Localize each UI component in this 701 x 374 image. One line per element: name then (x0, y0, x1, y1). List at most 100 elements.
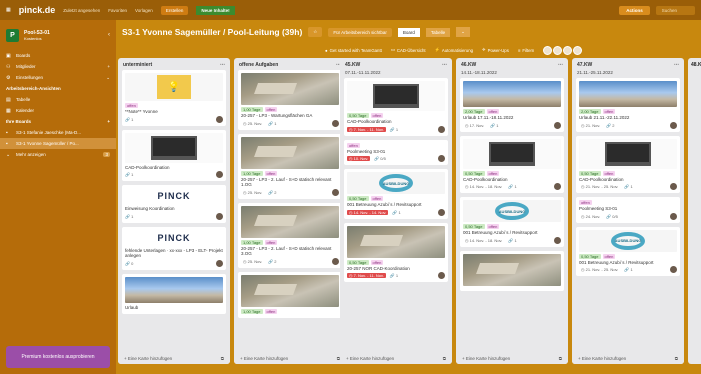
nav-templates[interactable]: Vorlagen (135, 8, 153, 13)
add-board-icon[interactable]: + (107, 119, 110, 124)
card-due-date[interactable]: ◷ 21. Nov. - 25. Nov. (579, 267, 620, 272)
sidebar-item-calendar[interactable]: ▦ Kalender (0, 105, 116, 116)
card-due-date[interactable]: ◷ 25. Nov. (241, 190, 264, 195)
search-input[interactable]: Suchen (655, 5, 695, 15)
card-member-avatar[interactable] (554, 183, 561, 190)
actions-button[interactable]: Actions (619, 5, 650, 15)
card-due-date[interactable]: ◷ 14. Nov. - 18. Nov. (463, 238, 504, 243)
card[interactable]: 0,50 Tage offen CAD-Poolkoordination ◷ 21. … (576, 135, 680, 193)
avatar[interactable] (563, 45, 573, 55)
card-due-date[interactable]: ◷ 14. Nov. - 18. Nov. (463, 184, 504, 189)
card-label[interactable]: offen (370, 196, 384, 201)
card-member-avatar[interactable] (216, 171, 223, 178)
card-template-icon[interactable]: ⧉ (559, 356, 562, 361)
list-title[interactable]: 47.KW (577, 62, 592, 68)
card-member-avatar[interactable] (670, 212, 677, 220)
new-features-banner[interactable]: Neue Inhalte! (196, 5, 235, 15)
card-due-date[interactable]: ◷ 10. Nov. (347, 156, 371, 161)
card-member-avatar[interactable] (438, 208, 445, 216)
sidebar-board-item[interactable]: ▪ S3-1 Stefanie Jaeschke (Ma-D... (0, 127, 116, 138)
card[interactable] (460, 250, 564, 291)
card-label[interactable]: offen (579, 200, 592, 205)
card[interactable]: PINCK fehlende Unterlagen · xx-xxx - LP3 … (122, 226, 226, 270)
visibility-button[interactable]: Für Arbeitsbereich sichtbar (328, 27, 392, 37)
sidebar-board-item-active[interactable]: ▪ S3-1 Yvonne Sagemüller / Po... (0, 138, 116, 149)
card-due-date[interactable]: ◷ 14. Nov. - 14. Nov. (347, 209, 389, 215)
star-icon[interactable]: ☆ (308, 27, 323, 37)
list-title[interactable]: 46.KW (461, 62, 476, 68)
card-due-date[interactable]: ◷ 21. Nov. - 25. Nov. (579, 184, 620, 189)
card[interactable]: offen Poolmeeting S3-01 ◷ 24. Nov. 🔗 0/5 (576, 197, 680, 223)
add-card-button[interactable]: + Eine Karte hinzufügen (124, 356, 172, 361)
card-member-avatar[interactable] (216, 259, 223, 267)
card-member-avatar[interactable] (332, 257, 339, 265)
card-due-date[interactable]: ◷ 7. Nov. - 11. Nov. (347, 273, 386, 278)
nav-favorites[interactable]: Favoriten (108, 8, 127, 13)
add-card-button[interactable]: + Eine Karte hinzufügen (240, 356, 288, 361)
card-due-date[interactable]: ◷ 25. Nov. (241, 121, 264, 126)
card-label[interactable]: offen (264, 107, 278, 112)
filter-button[interactable]: ≡ Filtern (518, 48, 534, 53)
card-due-date[interactable]: ◷ 7. Nov. - 11. Nov. (347, 126, 386, 132)
teamgantt-button[interactable]: ● Get started with TeamGantt (325, 48, 382, 53)
board-title[interactable]: S3-1 Yvonne Sagemüller / Pool-Leitung (3… (122, 27, 302, 37)
premium-trial-button[interactable]: Premium kostenlos ausprobieren (6, 346, 110, 368)
card-member-avatar[interactable] (554, 236, 561, 244)
list-menu-icon[interactable]: ⋯ (558, 62, 563, 68)
card-member-avatar[interactable] (332, 119, 339, 127)
card-member-avatar[interactable] (438, 125, 445, 133)
card-due-date[interactable]: ◷ 24. Nov. (579, 214, 602, 219)
card[interactable]: AUSBILDUNG 0,50 Tage offen 001 Betreuung Az… (344, 169, 448, 219)
list-title[interactable]: offene Aufgaben (239, 62, 278, 68)
sidebar-item-boards[interactable]: ▣ Boards (0, 50, 116, 61)
card[interactable]: 1,00 Tage offen 20-257 - LP3 - 2. Lauf - S… (238, 133, 342, 199)
view-table-button[interactable]: Tabelle (425, 27, 451, 37)
list-menu-icon[interactable]: ⋯ (674, 62, 679, 68)
list-title[interactable]: unterminiert (123, 62, 152, 68)
card-label[interactable]: offen (370, 259, 384, 265)
sidebar-item-table[interactable]: ▤ Tabelle (0, 94, 116, 105)
card-member-avatar[interactable] (332, 188, 339, 196)
card-member-avatar[interactable] (216, 212, 223, 220)
card-label[interactable]: 2,00 Tage (579, 109, 601, 114)
card[interactable]: Urlaub (122, 273, 226, 314)
list-menu-icon[interactable]: ⋯ (220, 62, 225, 68)
card[interactable]: 2,00 Tage offen Urlaub 17.11.-18.11.2022 ◷ … (460, 78, 564, 132)
card-label[interactable]: offen (347, 142, 360, 148)
card-label[interactable]: 2,00 Tage (463, 109, 485, 114)
add-card-button[interactable]: + Eine Karte hinzufügen (346, 356, 394, 361)
card[interactable]: AUSBILDUNG 0,50 Tage offen 001 Betreuung Az… (576, 226, 680, 276)
avatar[interactable] (573, 45, 583, 55)
card-label[interactable]: 0,50 Tage (347, 259, 369, 265)
card-label[interactable]: 0,50 Tage (579, 253, 601, 259)
card-member-avatar[interactable] (216, 115, 223, 123)
card-label[interactable]: 0,50 Tage (347, 113, 369, 118)
card-member-avatar[interactable] (670, 266, 677, 273)
card-label[interactable]: offen (486, 224, 500, 229)
card[interactable]: offen Poolmeeting S3-01 ◷ 10. Nov. 🔗 0/5 (344, 139, 448, 165)
list-menu-icon[interactable]: ⋯ (442, 62, 447, 68)
workspace-header[interactable]: P Pool-S3-01 Kostenlos ‹ (0, 20, 116, 50)
card[interactable]: PINCK Einweisung Koordination 🔗 1 (122, 185, 226, 223)
card-label[interactable]: offen (602, 253, 616, 259)
card-label[interactable]: 0,50 Tage (463, 224, 485, 229)
view-board-button[interactable]: Board (397, 27, 420, 37)
create-button[interactable]: Erstellen (160, 5, 189, 15)
add-member-icon[interactable]: + (107, 64, 110, 69)
card-template-icon[interactable]: ⧉ (221, 356, 224, 361)
sidebar-item-members[interactable]: ⚇ Mitglieder + (0, 61, 116, 72)
card-label[interactable]: 0,50 Tage (347, 196, 369, 201)
card-label[interactable]: offen (602, 109, 616, 114)
card[interactable]: 1,00 Tage offen (238, 271, 342, 318)
card-due-date[interactable]: ◷ 21. Nov. (579, 123, 602, 128)
card-label[interactable]: 1,00 Tage (241, 239, 263, 245)
cad-overview-button[interactable]: ▭ CAD-Übersicht (391, 47, 426, 53)
card[interactable]: 💡 offen **Note** Yvonne 🔗 1 (122, 70, 226, 126)
card[interactable]: 0,50 Tage offen 20-257 NOR CAD-Koordinatio… (344, 222, 448, 282)
card-due-date[interactable]: ◷ 25. Nov. (241, 259, 264, 264)
add-card-button[interactable]: + Eine Karte hinzufügen (462, 356, 510, 361)
card-label[interactable]: offen (264, 170, 278, 176)
card-member-avatar[interactable] (438, 155, 445, 162)
card[interactable]: 0,50 Tage offen CAD-Poolkoordination ◷ 14. … (460, 135, 564, 193)
add-card-button[interactable]: + Eine Karte hinzufügen (578, 356, 626, 361)
